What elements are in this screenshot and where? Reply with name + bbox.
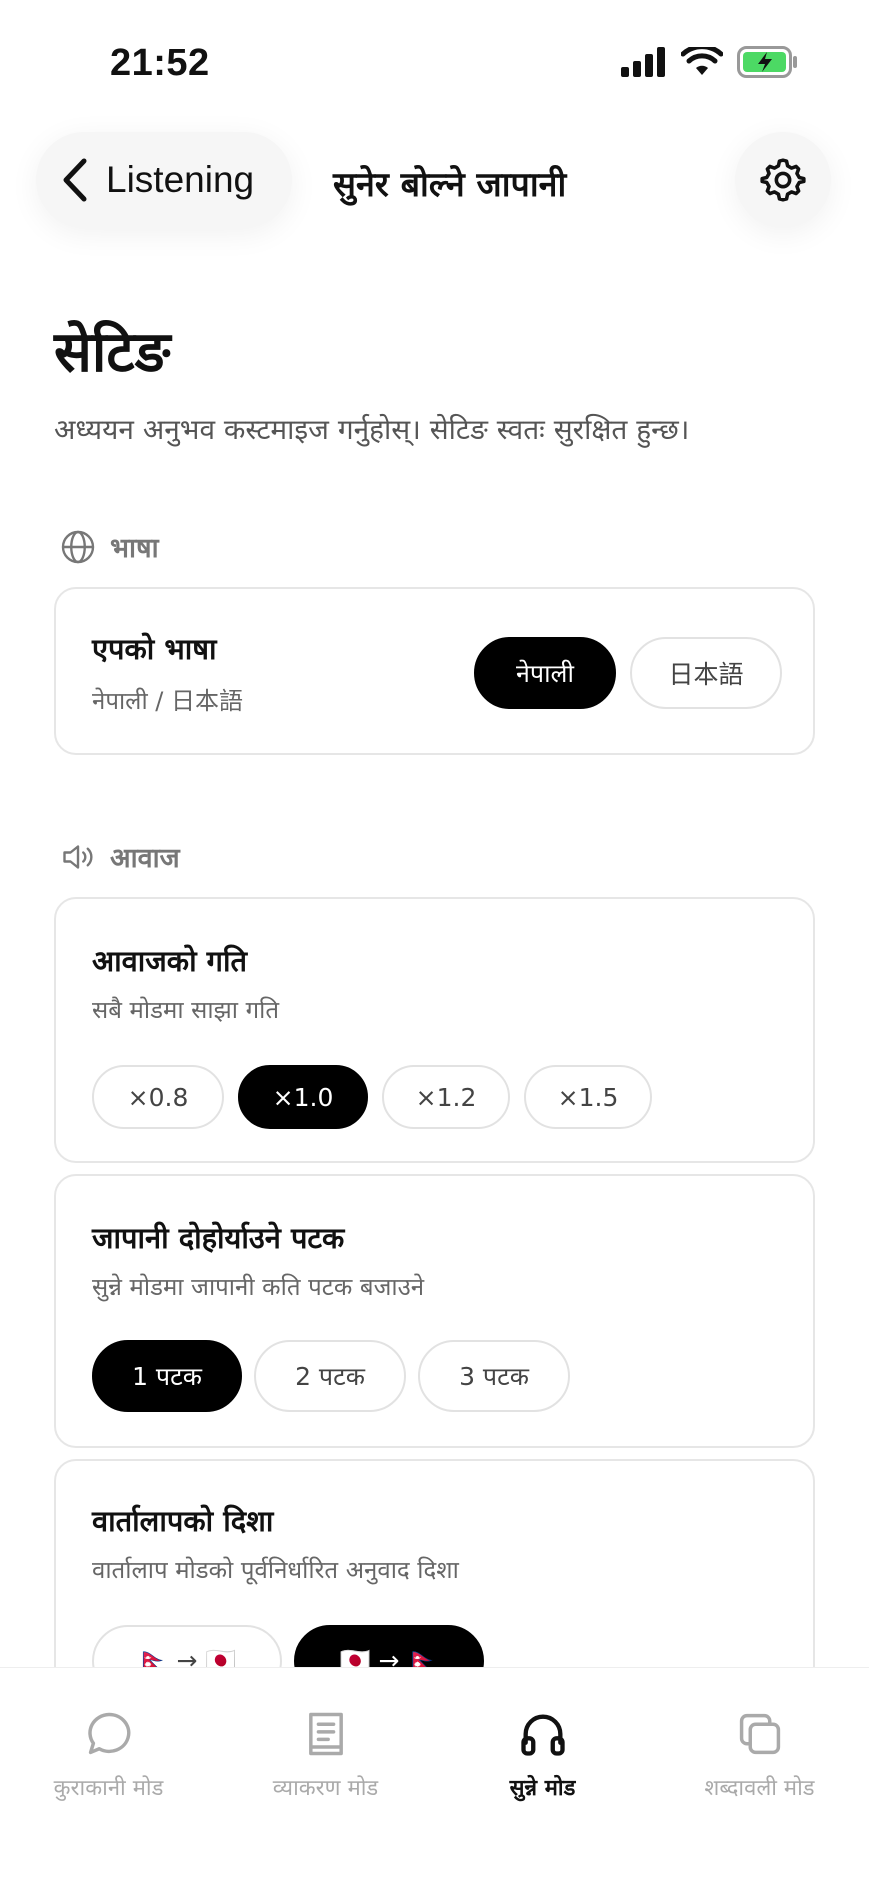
status-bar: 21:52 [0, 0, 869, 100]
tab-listening-mode[interactable]: सुन्ने मोड [434, 1708, 651, 1802]
voice-section-title: आवाज [110, 843, 180, 874]
chat-bubble-icon [87, 1712, 130, 1755]
app-language-subtitle: नेपाली / 日本語 [92, 687, 243, 715]
cellular-signal-icon [621, 47, 665, 77]
language-section-header: भाषा [60, 528, 159, 565]
tab-label: व्याकरण मोड [272, 1776, 379, 1801]
japanese-repeat-title: जापानी दोहोर्याउने पटक [92, 1221, 345, 1255]
app-title: सुनेर बोल्ने जापानी [333, 165, 567, 205]
globe-icon [61, 530, 95, 563]
page-title: सेटिङ [54, 320, 171, 385]
status-time: 21:52 [110, 42, 210, 84]
voice-speed-subtitle: सबै मोडमा साझा गति [92, 996, 279, 1024]
voice-speed-card: आवाजको गति सबै मोडमा साझा गति ×0.8 ×1.0 … [54, 897, 815, 1163]
back-button[interactable]: Listening [36, 132, 293, 228]
app-language-card: एपको भाषा नेपाली / 日本語 नेपाली 日本語 [54, 587, 815, 755]
page-description: अध्ययन अनुभव कस्टमाइज गर्नुहोस्। सेटिङ स… [54, 413, 690, 446]
back-button-label: Listening [106, 159, 255, 200]
cards-icon [739, 1713, 780, 1755]
language-option-japanese[interactable]: 日本語 [630, 637, 782, 709]
tab-label: सुन्ने मोड [509, 1776, 576, 1801]
japanese-repeat-subtitle: सुन्ने मोडमा जापानी कति पटक बजाउने [92, 1273, 425, 1301]
language-section-title: भाषा [110, 533, 159, 564]
gear-icon [760, 158, 806, 202]
voice-speed-title: आवाजको गति [92, 944, 248, 978]
settings-button[interactable] [735, 132, 831, 228]
tab-label: कुराकानी मोड [53, 1776, 164, 1801]
chevron-left-icon [63, 158, 87, 202]
tab-label: शब्दावली मोड [704, 1776, 815, 1801]
repeat-option-2[interactable]: 2 पटक [254, 1340, 406, 1412]
tab-vocabulary-mode[interactable]: शब्दावली मोड [651, 1708, 868, 1802]
language-option-nepali[interactable]: नेपाली [474, 637, 616, 709]
headphones-icon [520, 1714, 565, 1756]
repeat-option-3[interactable]: 3 पटक [418, 1340, 570, 1412]
wifi-icon [681, 47, 723, 75]
book-icon [308, 1712, 343, 1756]
tab-grammar-mode[interactable]: व्याकरण मोड [217, 1708, 434, 1802]
speaker-icon [63, 844, 93, 869]
app-language-title: एपको भाषा [92, 632, 217, 666]
speed-option-1-0[interactable]: ×1.0 [238, 1065, 368, 1129]
conversation-direction-title: वार्तालापको दिशा [92, 1504, 274, 1538]
nav-header: Listening सुनेर बोल्ने जापानी [0, 120, 869, 240]
tab-conversation-mode[interactable]: कुराकानी मोड [0, 1708, 217, 1802]
speed-option-0-8[interactable]: ×0.8 [92, 1065, 224, 1129]
battery-charging-icon [737, 46, 797, 78]
repeat-option-1[interactable]: 1 पटक [92, 1340, 242, 1412]
voice-section-header: आवाज [60, 838, 180, 875]
conversation-direction-subtitle: वार्तालाप मोडको पूर्वनिर्धारित अनुवाद दि… [92, 1556, 459, 1584]
japanese-repeat-card: जापानी दोहोर्याउने पटक सुन्ने मोडमा जापा… [54, 1174, 815, 1448]
status-icons [621, 46, 799, 78]
speed-option-1-2[interactable]: ×1.2 [382, 1065, 510, 1129]
speed-option-1-5[interactable]: ×1.5 [524, 1065, 652, 1129]
bottom-tab-bar: कुराकानी मोड व्याकरण मोड सुन्ने मोड शब्द… [0, 1667, 869, 1884]
